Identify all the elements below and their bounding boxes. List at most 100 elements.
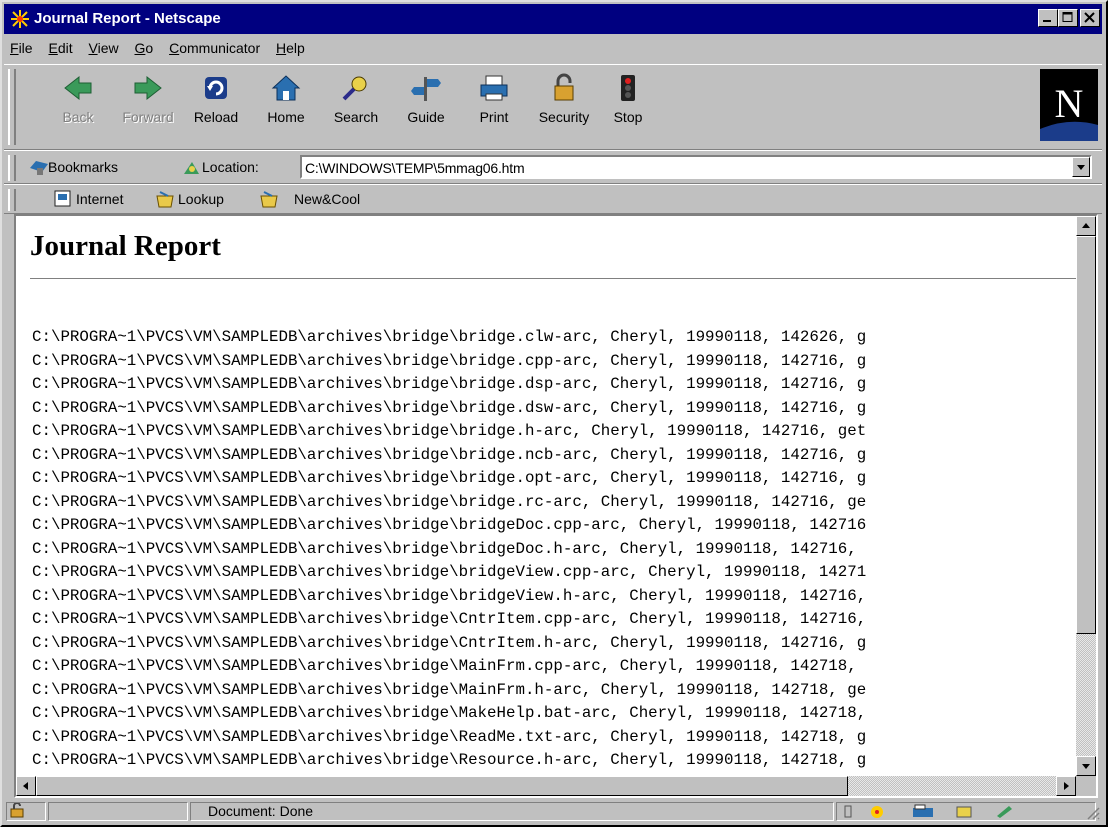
report-lines: C:\PROGRA~1\PVCS\VM\SAMPLEDB\archives\br…	[32, 326, 866, 773]
forward-arrow-icon	[134, 75, 162, 101]
arrow-right-icon	[1064, 782, 1069, 790]
forward-button[interactable]: Forward	[118, 73, 178, 139]
home-button[interactable]: Home	[256, 73, 316, 139]
report-line: C:\PROGRA~1\PVCS\VM\SAMPLEDB\archives\br…	[32, 469, 867, 487]
arrow-down-icon	[1082, 764, 1090, 769]
home-label: Home	[267, 109, 305, 125]
navigation-toolbar: Back Forward Reload Home Search Guide Pr…	[4, 64, 1102, 150]
report-line: C:\PROGRA~1\PVCS\VM\SAMPLEDB\archives\br…	[32, 610, 867, 628]
report-line: C:\PROGRA~1\PVCS\VM\SAMPLEDB\archives\br…	[32, 398, 867, 417]
arrow-left-icon	[23, 782, 28, 790]
netscape-app-icon[interactable]	[10, 9, 30, 29]
report-line: C:\PROGRA~1\PVCS\VM\SAMPLEDB\archives\br…	[32, 657, 857, 675]
report-line: C:\PROGRA~1\PVCS\VM\SAMPLEDB\archives\br…	[32, 516, 867, 534]
search-button[interactable]: Search	[326, 73, 386, 139]
personal-item-newcool[interactable]: New&Cool	[294, 191, 360, 207]
print-button[interactable]: Print	[464, 73, 524, 139]
toolbar-grip[interactable]	[8, 69, 16, 145]
url-dropdown-button[interactable]	[1072, 157, 1090, 177]
title-bar[interactable]: Journal Report - Netscape	[4, 4, 1102, 34]
location-icon[interactable]	[182, 159, 202, 177]
report-line: C:\PROGRA~1\PVCS\VM\SAMPLEDB\archives\br…	[32, 375, 867, 393]
security-indicator[interactable]	[6, 802, 46, 821]
window-title: Journal Report - Netscape	[34, 10, 221, 27]
reload-button[interactable]: Reload	[186, 73, 246, 139]
browser-window: Journal Report - Netscape File Edit View…	[0, 0, 1108, 827]
close-icon	[1084, 12, 1095, 23]
mail-icon	[913, 804, 933, 817]
print-icon	[480, 75, 508, 101]
scroll-up-button[interactable]	[1076, 216, 1096, 236]
internet-icon	[54, 190, 71, 207]
stop-label: Stop	[613, 109, 643, 125]
menu-help[interactable]: Help	[270, 36, 311, 56]
netscape-logo[interactable]: N	[1040, 69, 1098, 141]
maximize-icon	[1062, 12, 1073, 22]
scroll-right-button[interactable]	[1056, 776, 1076, 796]
report-line: C:\PROGRA~1\PVCS\VM\SAMPLEDB\archives\br…	[32, 492, 867, 511]
url-input[interactable]: C:\WINDOWS\TEMP\5mmag06.htm	[300, 155, 1092, 179]
scroll-down-button[interactable]	[1076, 756, 1096, 776]
report-line: C:\PROGRA~1\PVCS\VM\SAMPLEDB\archives\br…	[32, 422, 867, 440]
stop-button[interactable]: Stop	[598, 73, 658, 139]
menu-go[interactable]: Go	[129, 36, 160, 56]
back-button[interactable]: Back	[48, 73, 108, 139]
personal-toolbar-grip[interactable]	[8, 189, 16, 211]
location-toolbar-grip[interactable]	[8, 155, 16, 181]
page-title: Journal Report	[30, 230, 221, 262]
search-label: Search	[333, 109, 379, 125]
maximize-button[interactable]	[1058, 9, 1078, 27]
status-bar: Document: Done	[4, 800, 1102, 823]
report-line: C:\PROGRA~1\PVCS\VM\SAMPLEDB\archives\br…	[32, 328, 867, 346]
navigator-icon	[844, 805, 852, 818]
newcool-folder-icon	[260, 191, 278, 208]
resize-grip-icon[interactable]	[1084, 804, 1100, 820]
bookmarks-button[interactable]: Bookmarks	[48, 159, 118, 175]
home-icon	[271, 75, 301, 101]
minimize-icon	[1043, 20, 1051, 22]
netscape-component-icon	[871, 806, 883, 818]
report-line: C:\PROGRA~1\PVCS\VM\SAMPLEDB\archives\br…	[32, 633, 867, 652]
location-label: Location:	[202, 159, 259, 175]
reload-label: Reload	[193, 109, 239, 125]
svg-text:N: N	[1055, 81, 1084, 126]
location-toolbar: Bookmarks Location: C:\WINDOWS\TEMP\5mma…	[4, 150, 1102, 184]
component-bar	[836, 802, 1096, 821]
lookup-folder-icon	[156, 191, 174, 208]
report-line: C:\PROGRA~1\PVCS\VM\SAMPLEDB\archives\br…	[32, 351, 867, 370]
print-label: Print	[479, 109, 509, 125]
lock-icon	[10, 802, 24, 818]
scroll-left-button[interactable]	[16, 776, 36, 796]
page-viewport[interactable]: Journal Report C:\PROGRA~1\PVCS\VM\SAMPL…	[16, 216, 1076, 776]
report-line: C:\PROGRA~1\PVCS\VM\SAMPLEDB\archives\br…	[32, 563, 867, 581]
scrollbar-corner	[1076, 776, 1096, 796]
guide-label: Guide	[407, 109, 445, 125]
vertical-scroll-thumb[interactable]	[1076, 236, 1096, 634]
horizontal-scroll-thumb[interactable]	[36, 776, 848, 796]
report-line: C:\PROGRA~1\PVCS\VM\SAMPLEDB\archives\br…	[32, 680, 867, 699]
vertical-scrollbar[interactable]	[1076, 216, 1096, 776]
back-label: Back	[62, 109, 94, 125]
netscape-n-icon: N	[1040, 69, 1098, 141]
report-line: C:\PROGRA~1\PVCS\VM\SAMPLEDB\archives\br…	[32, 704, 867, 722]
menu-bar: File Edit View Go Communicator Help	[4, 36, 1102, 62]
menu-file[interactable]: File	[4, 36, 39, 56]
close-button[interactable]	[1080, 9, 1100, 27]
personal-item-internet[interactable]: Internet	[76, 191, 123, 207]
security-lock-icon	[554, 73, 574, 101]
report-line: C:\PROGRA~1\PVCS\VM\SAMPLEDB\archives\br…	[32, 751, 867, 769]
discussion-icon	[956, 806, 972, 818]
report-line: C:\PROGRA~1\PVCS\VM\SAMPLEDB\archives\br…	[32, 539, 857, 558]
menu-edit[interactable]: Edit	[42, 36, 78, 56]
guide-button[interactable]: Guide	[396, 73, 456, 139]
security-button[interactable]: Security	[534, 73, 594, 139]
personal-item-lookup[interactable]: Lookup	[178, 191, 224, 207]
menu-view[interactable]: View	[83, 36, 125, 56]
menu-communicator[interactable]: Communicator	[163, 36, 266, 56]
reload-icon	[205, 77, 227, 99]
personal-toolbar: Internet Lookup New&Cool	[4, 184, 1102, 214]
status-text: Document: Done	[208, 803, 314, 819]
minimize-button[interactable]	[1038, 9, 1058, 27]
stop-icon	[621, 75, 635, 101]
horizontal-scrollbar[interactable]	[16, 776, 1076, 796]
